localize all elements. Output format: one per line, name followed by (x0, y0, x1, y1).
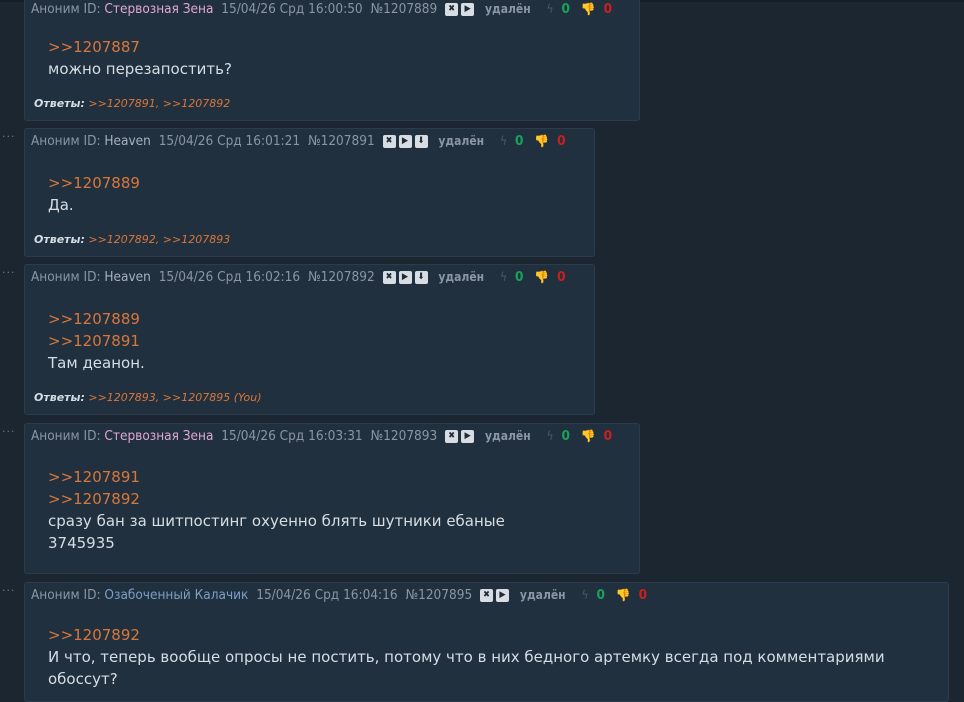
post-body: >>1207889 Да. (48, 172, 140, 216)
close-icon[interactable]: ✖ (382, 134, 396, 148)
dislikes-count[interactable]: 0 (639, 587, 647, 603)
reply-link[interactable]: >>1207891 (48, 330, 145, 352)
likes-count[interactable]: 0 (596, 587, 604, 603)
answers-label: Ответы: (34, 391, 85, 404)
deleted-label: удалён (519, 588, 566, 602)
answers: Ответы: >>1207892, >>1207893 (34, 233, 230, 246)
post-number[interactable]: №1207892 (308, 269, 375, 285)
poster-id-name[interactable]: Стервозная Зена (104, 1, 213, 17)
reply-link[interactable]: >>1207889 (48, 308, 145, 330)
anon-label: Аноним ID: (31, 587, 101, 603)
thumb-down-icon[interactable]: 👎 (581, 2, 596, 16)
post-body: >>1207891 >>1207892 сразу бан за шитпост… (48, 466, 505, 554)
play-icon[interactable]: ▶ (398, 270, 412, 284)
post-menu-icon[interactable]: ··· (2, 266, 16, 279)
post-1207891: Аноним ID: Heaven 15/04/26 Срд 16:01:21 … (24, 128, 595, 257)
post-header: Аноним ID: Озабоченный Калачик 15/04/26 … (31, 587, 647, 603)
post-body: >>1207892 И что, теперь вообще опросы не… (48, 624, 948, 690)
reply-link[interactable]: >>1207892 (48, 488, 505, 510)
anon-label: Аноним ID: (31, 428, 101, 444)
likes-count[interactable]: 0 (515, 269, 523, 285)
post-body: >>1207887 можно перезапостить? (48, 36, 232, 80)
poster-id-name[interactable]: Heaven (104, 269, 150, 285)
thumb-down-icon[interactable]: 👎 (534, 270, 549, 284)
bolt-icon[interactable]: ϟ (500, 270, 507, 284)
dislikes-count[interactable]: 0 (604, 1, 612, 17)
poster-id-name[interactable]: Стервозная Зена (104, 428, 213, 444)
post-1207892: Аноним ID: Heaven 15/04/26 Срд 16:02:16 … (24, 264, 595, 415)
post-text: И что, теперь вообще опросы не постить, … (48, 648, 885, 688)
post-text: сразу бан за шитпостинг охуенно блять шу… (48, 512, 505, 530)
reply-link[interactable]: >>1207891 (48, 466, 505, 488)
likes-count[interactable]: 0 (562, 428, 570, 444)
post-text: 3745935 (48, 534, 115, 552)
post-date: 15/04/26 Срд 16:01:21 (158, 133, 301, 149)
post-number[interactable]: №1207895 (405, 587, 472, 603)
thumb-down-icon[interactable]: 👎 (581, 429, 596, 443)
likes-count[interactable]: 0 (562, 1, 570, 17)
post-date: 15/04/26 Срд 16:00:50 (221, 1, 363, 17)
dislikes-count[interactable]: 0 (604, 428, 612, 444)
deleted-label: удалён (484, 2, 531, 16)
post-date: 15/04/26 Срд 16:04:16 (256, 587, 398, 603)
post-menu-icon[interactable]: ··· (2, 584, 16, 597)
deleted-label: удалён (438, 134, 485, 148)
poster-id-name[interactable]: Озабоченный Калачик (104, 587, 248, 603)
thumb-down-icon[interactable]: 👎 (616, 588, 631, 602)
dislikes-count[interactable]: 0 (557, 133, 565, 149)
post-menu-icon[interactable]: ··· (2, 130, 16, 143)
close-icon[interactable]: ✖ (480, 588, 494, 602)
post-header: Аноним ID: Heaven 15/04/26 Срд 16:02:16 … (31, 269, 566, 285)
post-header: Аноним ID: Стервозная Зена 15/04/26 Срд … (31, 1, 612, 17)
post-date: 15/04/26 Срд 16:02:16 (158, 269, 301, 285)
answer-links[interactable]: >>1207893, >>1207895 (You) (88, 391, 261, 404)
post-1207889: Аноним ID: Стервозная Зена 15/04/26 Срд … (24, 0, 640, 121)
bolt-icon[interactable]: ϟ (547, 2, 554, 16)
close-icon[interactable]: ✖ (445, 429, 459, 443)
answer-links[interactable]: >>1207891, >>1207892 (88, 97, 230, 110)
answers-label: Ответы: (34, 97, 85, 110)
play-icon[interactable]: ▶ (461, 429, 475, 443)
play-icon[interactable]: ▶ (461, 2, 475, 16)
close-icon[interactable]: ✖ (382, 270, 396, 284)
post-text: Да. (48, 196, 74, 214)
answer-links[interactable]: >>1207892, >>1207893 (88, 233, 230, 246)
download-icon[interactable]: ⬇ (414, 270, 428, 284)
post-number[interactable]: №1207889 (371, 1, 438, 17)
answers: Ответы: >>1207893, >>1207895 (You) (34, 391, 262, 404)
anon-label: Аноним ID: (31, 1, 101, 17)
post-header: Аноним ID: Стервозная Зена 15/04/26 Срд … (31, 428, 612, 444)
post-date: 15/04/26 Срд 16:03:31 (221, 428, 363, 444)
thumb-down-icon[interactable]: 👎 (534, 134, 549, 148)
reply-link[interactable]: >>1207889 (48, 172, 140, 194)
play-icon[interactable]: ▶ (496, 588, 510, 602)
play-icon[interactable]: ▶ (398, 134, 412, 148)
post-body: >>1207889 >>1207891 Там деанон. (48, 308, 145, 374)
post-number[interactable]: №1207891 (308, 133, 375, 149)
post-menu-icon[interactable]: ··· (2, 425, 16, 438)
post-number[interactable]: №1207893 (371, 428, 438, 444)
poster-id-name[interactable]: Heaven (104, 133, 150, 149)
reply-link[interactable]: >>1207887 (48, 36, 232, 58)
post-header: Аноним ID: Heaven 15/04/26 Срд 16:01:21 … (31, 133, 566, 149)
anon-label: Аноним ID: (31, 133, 101, 149)
post-1207893: Аноним ID: Стервозная Зена 15/04/26 Срд … (24, 423, 640, 574)
post-text: Там деанон. (48, 354, 145, 372)
bolt-icon[interactable]: ϟ (582, 588, 589, 602)
download-icon[interactable]: ⬇ (414, 134, 428, 148)
dislikes-count[interactable]: 0 (557, 269, 565, 285)
deleted-label: удалён (484, 429, 531, 443)
likes-count[interactable]: 0 (515, 133, 523, 149)
deleted-label: удалён (438, 270, 485, 284)
answers-label: Ответы: (34, 233, 85, 246)
close-icon[interactable]: ✖ (445, 2, 459, 16)
post-text: можно перезапостить? (48, 60, 232, 78)
bolt-icon[interactable]: ϟ (547, 429, 554, 443)
answers: Ответы: >>1207891, >>1207892 (34, 97, 230, 110)
bolt-icon[interactable]: ϟ (500, 134, 507, 148)
post-1207895: Аноним ID: Озабоченный Калачик 15/04/26 … (24, 582, 949, 702)
anon-label: Аноним ID: (31, 269, 101, 285)
reply-link[interactable]: >>1207892 (48, 624, 948, 646)
